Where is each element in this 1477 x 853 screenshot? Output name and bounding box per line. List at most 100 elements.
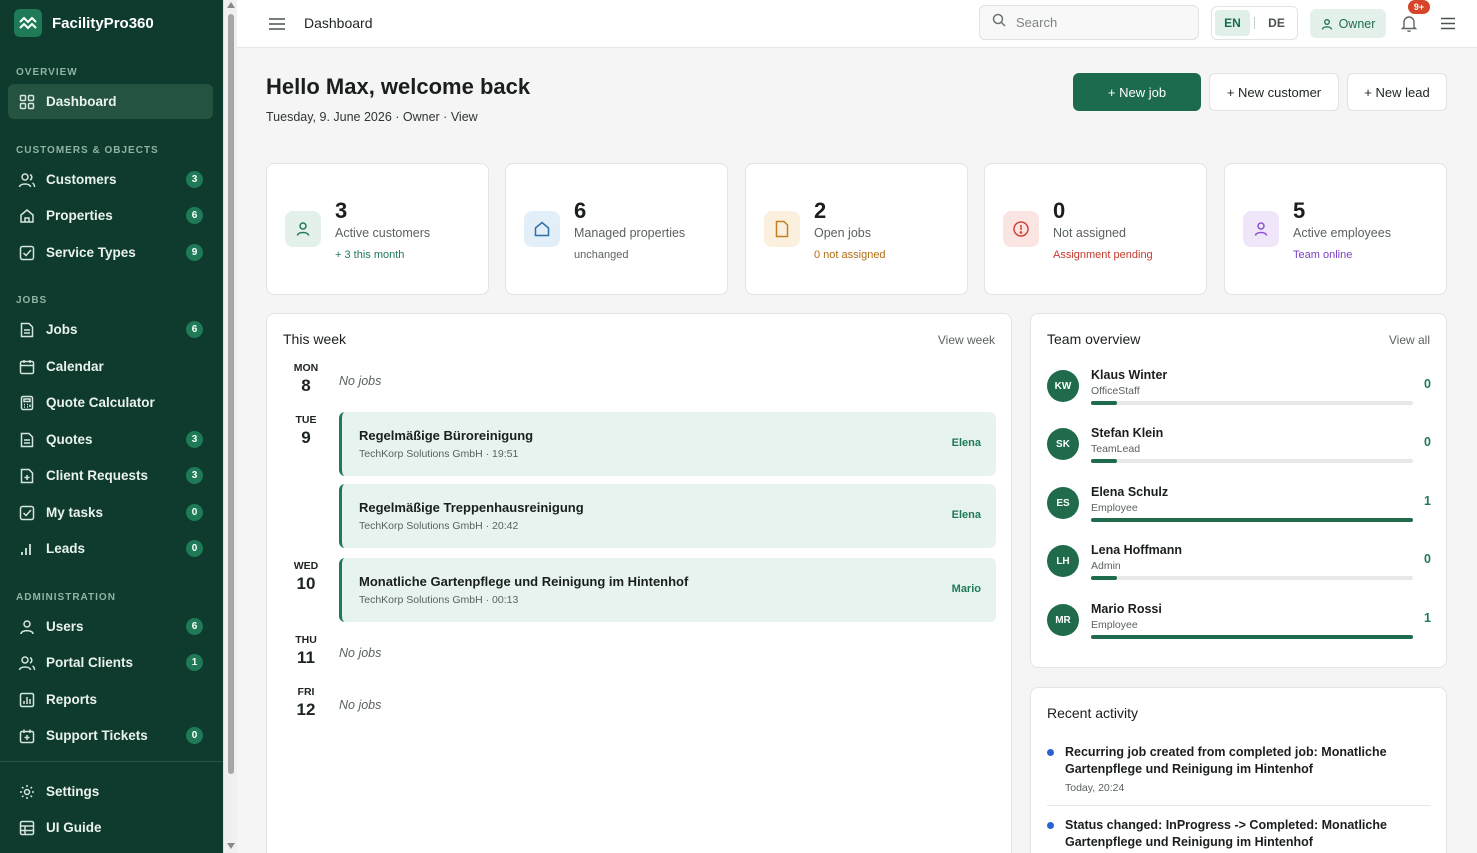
team-member-row[interactable]: LH Lena Hoffmann Admin 0: [1047, 543, 1431, 599]
count-badge: 9: [186, 244, 203, 261]
member-name: Elena Schulz: [1091, 485, 1169, 499]
sidebar-item-service-types[interactable]: Service Types 9: [8, 235, 213, 270]
lang-option-en[interactable]: EN: [1215, 10, 1251, 36]
sidebar-item-my-tasks[interactable]: My tasks 0: [8, 495, 213, 530]
week-panel: This week View week MON 8 No jobs TUE 9 …: [266, 313, 1012, 853]
stat-card-managed-properties[interactable]: 6 Managed properties unchanged: [505, 163, 728, 295]
avatar: SK: [1047, 428, 1079, 460]
scroll-down-arrow-icon[interactable]: [227, 843, 235, 849]
stat-label: Active employees: [1293, 226, 1391, 240]
bar-chart-icon: [18, 540, 36, 558]
count-badge: 3: [186, 431, 203, 448]
week-panel-title: This week: [283, 331, 347, 347]
stat-icon: [1243, 211, 1279, 247]
team-member-row[interactable]: MR Mario Rossi Employee 1: [1047, 602, 1431, 658]
app-name: FacilityPro360: [52, 14, 154, 32]
sidebar-item-quotes[interactable]: Quotes 3: [8, 422, 213, 457]
sidebar-item-leads[interactable]: Leads 0: [8, 531, 213, 566]
stat-card-active-employees[interactable]: 5 Active employees Team online: [1224, 163, 1447, 295]
sidebar-item-users[interactable]: Users 6: [8, 609, 213, 644]
stat-note: 0 not assigned: [814, 249, 886, 261]
sidebar-item-support-tickets[interactable]: Support Tickets 0: [8, 718, 213, 753]
search-box[interactable]: [979, 5, 1199, 40]
search-icon: [992, 13, 1006, 32]
activity-dot: [1047, 822, 1054, 829]
sidebar-item-client-requests[interactable]: Client Requests 3: [8, 458, 213, 493]
sidebar-divider: [0, 761, 223, 762]
stat-card-open-jobs[interactable]: 2 Open jobs 0 not assigned: [745, 163, 968, 295]
calculator-icon: [18, 394, 36, 412]
member-name: Stefan Klein: [1091, 426, 1164, 440]
team-member-row[interactable]: SK Stefan Klein TeamLead 0: [1047, 426, 1431, 482]
job-title: Regelmäßige Treppenhausreinigung: [359, 500, 584, 515]
no-jobs-text: No jobs: [339, 374, 382, 388]
section-label-jobs: JOBS: [16, 295, 48, 306]
member-job-count: 0: [1424, 377, 1431, 391]
job-meta: TechKorp Solutions GmbH · 19:51: [359, 448, 519, 460]
menu-icon[interactable]: [267, 14, 287, 34]
sidebar-item-label: Support Tickets: [46, 728, 148, 743]
sidebar-item-label: Properties: [46, 208, 113, 223]
sidebar-item-properties[interactable]: Properties 6: [8, 198, 213, 233]
day-number: 10: [296, 574, 316, 593]
job-meta: TechKorp Solutions GmbH · 00:13: [359, 594, 519, 606]
search-input[interactable]: [1016, 15, 1176, 30]
sidebar-item-label: Client Requests: [46, 468, 149, 483]
lang-option-de[interactable]: DE: [1259, 10, 1294, 36]
new-lead-button[interactable]: + New lead: [1347, 73, 1447, 111]
sidebar-scrollbar[interactable]: [223, 0, 237, 853]
bell-icon[interactable]: [1398, 12, 1420, 34]
sidebar-item-customers[interactable]: Customers 3: [8, 162, 213, 197]
workload-bar: [1091, 635, 1413, 639]
role-button[interactable]: Owner: [1310, 9, 1386, 38]
job-card[interactable]: Regelmäßige Büroreinigung TechKorp Solut…: [339, 412, 996, 476]
activity-panel-title: Recent activity: [1047, 705, 1139, 721]
alert-circle-icon: [1013, 221, 1029, 237]
stat-label: Active customers: [335, 226, 431, 240]
role-label: Owner: [1338, 16, 1376, 31]
team-member-row[interactable]: ES Elena Schulz Employee 1: [1047, 485, 1431, 541]
sidebar-item-ui-guide[interactable]: UI Guide: [8, 810, 213, 845]
page-subtitle: Tuesday, 9. June 2026 · Owner · View: [266, 110, 478, 124]
new-job-button[interactable]: + New job: [1073, 73, 1201, 111]
file-plus-icon: [18, 467, 36, 485]
day-number: 12: [296, 700, 316, 719]
team-member-row[interactable]: KW Klaus Winter OfficeStaff 0: [1047, 368, 1431, 424]
count-badge: 6: [186, 321, 203, 338]
view-week-link[interactable]: View week: [938, 333, 995, 347]
sidebar-item-settings[interactable]: Settings: [8, 774, 213, 809]
stat-card-not-assigned[interactable]: 0 Not assigned Assignment pending: [984, 163, 1207, 295]
brand[interactable]: FacilityPro360: [0, 0, 223, 46]
view-all-link[interactable]: View all: [1389, 333, 1430, 347]
sidebar-item-calendar[interactable]: Calendar: [8, 349, 213, 384]
job-card[interactable]: Regelmäßige Treppenhausreinigung TechKor…: [339, 484, 996, 548]
member-role: Employee: [1091, 619, 1138, 631]
day-name: TUE: [295, 414, 317, 426]
stat-value: 2: [814, 198, 827, 223]
activity-text: Status changed: InProgress -> Completed:…: [1065, 818, 1387, 849]
lang-divider: [1254, 17, 1255, 29]
workload-bar: [1091, 576, 1413, 580]
scroll-thumb[interactable]: [228, 14, 234, 774]
sidebar-item-jobs[interactable]: Jobs 6: [8, 312, 213, 347]
job-card[interactable]: Monatliche Gartenpflege und Reinigung im…: [339, 558, 996, 622]
sidebar-item-portal-clients[interactable]: Portal Clients 1: [8, 645, 213, 680]
sidebar-item-label: Reports: [46, 692, 98, 707]
scroll-up-arrow-icon[interactable]: [227, 2, 235, 8]
member-name: Klaus Winter: [1091, 368, 1168, 382]
checkbox-icon: [18, 504, 36, 522]
count-badge: 0: [186, 540, 203, 557]
sidebar-item-reports[interactable]: Reports: [8, 682, 213, 717]
job-assignee: Elena: [951, 437, 981, 449]
count-badge: 3: [186, 171, 203, 188]
grid-icon: [18, 93, 36, 111]
sidebar-item-label: Customers: [46, 172, 117, 187]
new-customer-button[interactable]: + New customer: [1209, 73, 1339, 111]
user-icon: [1321, 18, 1332, 30]
menu-icon[interactable]: [1438, 13, 1458, 33]
member-job-count: 0: [1424, 552, 1431, 566]
stat-card-active-customers[interactable]: 3 Active customers + 3 this month: [266, 163, 489, 295]
workload-bar: [1091, 401, 1413, 405]
sidebar-item-quote-calculator[interactable]: Quote Calculator: [8, 385, 213, 420]
sidebar-item-dashboard[interactable]: Dashboard: [8, 84, 213, 119]
